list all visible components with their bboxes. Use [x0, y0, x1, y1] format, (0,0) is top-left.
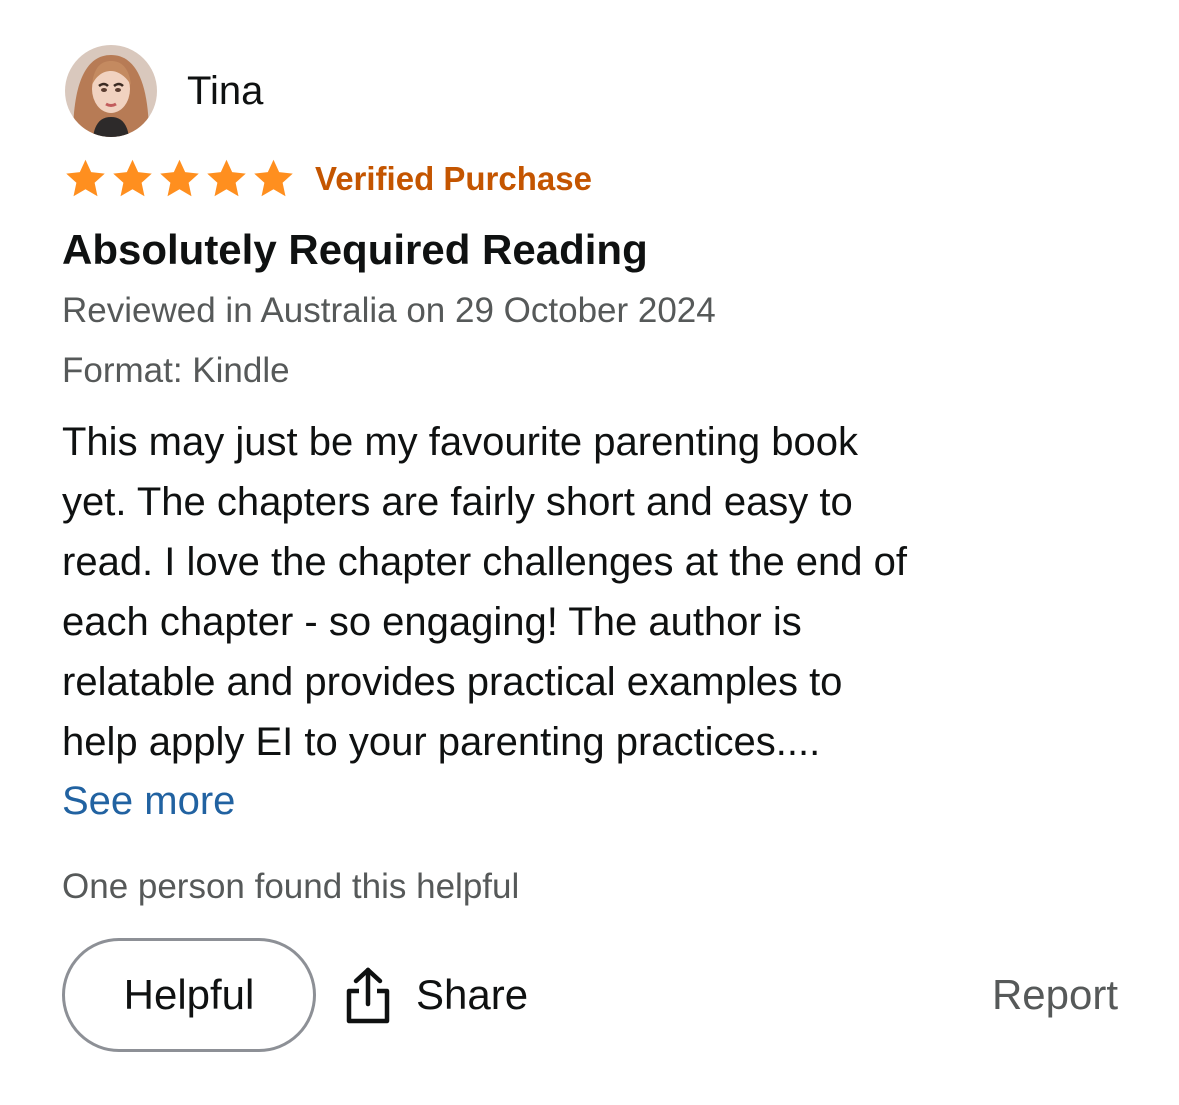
star-icon [254, 159, 293, 197]
report-link[interactable]: Report [992, 966, 1118, 1024]
star-rating[interactable] [62, 157, 297, 201]
reviewer-name[interactable]: Tina [187, 67, 263, 115]
review-body: This may just be my favourite parenting … [62, 412, 1132, 772]
reviewer-profile[interactable]: Tina [65, 45, 263, 137]
customer-review: Tina Verified Purchase Absolutely Requir… [0, 0, 1179, 1105]
review-body-line: yet. The chapters are fairly short and e… [62, 480, 853, 524]
star-icon [113, 159, 152, 197]
star-icon [160, 159, 199, 197]
review-body-line: relatable and provides practical example… [62, 660, 843, 704]
share-label: Share [416, 971, 529, 1018]
review-body-line: help apply EI to your parenting practice… [62, 720, 821, 764]
review-body-line: each chapter - so engaging! The author i… [62, 600, 802, 644]
helpful-count: One person found this helpful [62, 867, 520, 906]
rating-row: Verified Purchase [62, 155, 592, 203]
share-icon [346, 967, 390, 1024]
review-title: Absolutely Required Reading [62, 226, 648, 273]
helpful-button[interactable]: Helpful [62, 938, 316, 1052]
review-format: Format: Kindle [62, 351, 290, 390]
avatar[interactable] [65, 45, 157, 137]
review-body-line: read. I love the chapter challenges at t… [62, 540, 908, 584]
share-button[interactable]: Share [344, 966, 528, 1024]
see-more-link[interactable]: See more [62, 773, 235, 829]
review-date: Reviewed in Australia on 29 October 2024 [62, 291, 716, 330]
review-body-line: This may just be my favourite parenting … [62, 420, 858, 464]
review-actions: Helpful Share Report [62, 938, 1118, 1052]
star-icon [66, 159, 105, 197]
star-icon [207, 159, 246, 197]
verified-purchase-badge: Verified Purchase [315, 160, 592, 197]
